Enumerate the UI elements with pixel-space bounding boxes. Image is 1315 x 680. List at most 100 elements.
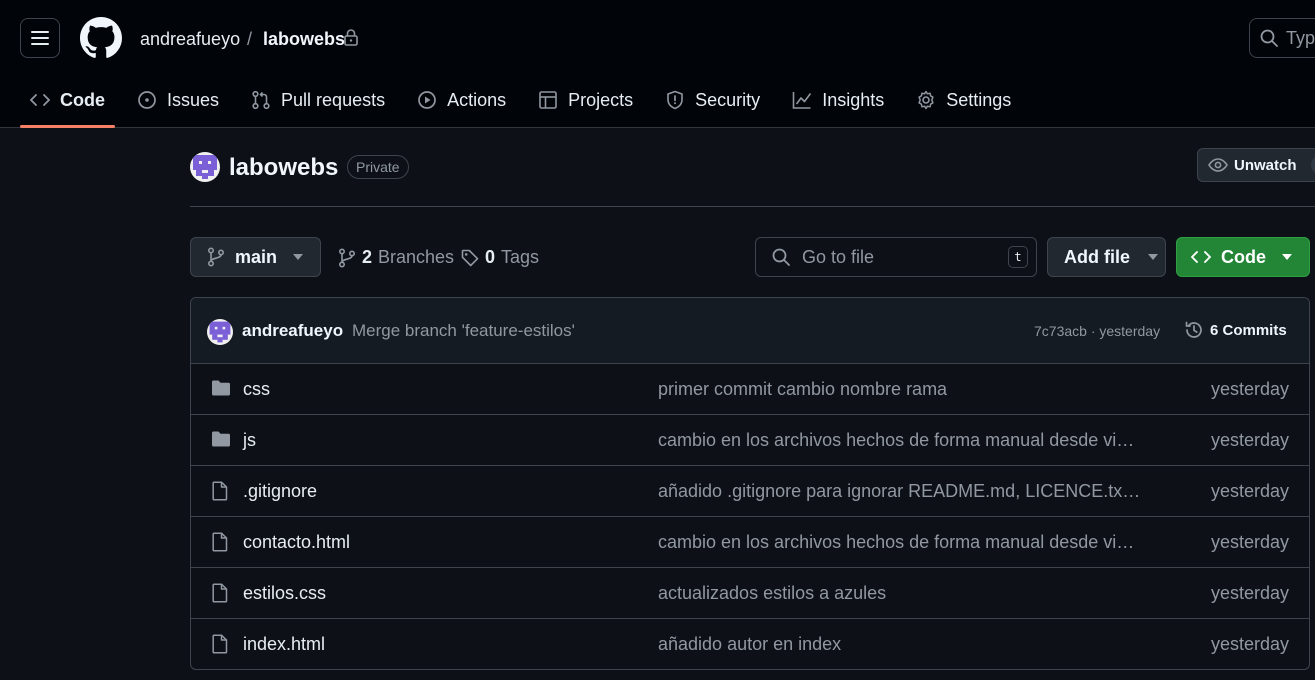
breadcrumb-separator: / <box>247 29 253 49</box>
file-icon <box>212 583 228 603</box>
file-name[interactable]: .gitignore <box>243 481 317 502</box>
add-file-label: Add file <box>1064 246 1130 267</box>
graph-icon <box>792 92 812 109</box>
repo-owner-avatar[interactable] <box>190 152 220 182</box>
tab-label: Issues <box>167 89 220 110</box>
tab-label: Code <box>60 89 105 110</box>
menu-button[interactable] <box>20 18 60 58</box>
file-commit-time: yesterday <box>1210 481 1289 501</box>
avatar[interactable] <box>207 319 233 345</box>
file-commit-time: yesterday <box>1210 379 1289 399</box>
file-commit-message[interactable]: cambio en los archivos hechos de forma m… <box>658 430 1142 451</box>
file-commit-message[interactable]: cambio en los archivos hechos de forma m… <box>658 532 1142 553</box>
caret-down-icon <box>1282 254 1292 260</box>
breadcrumb-repo[interactable]: labowebs <box>263 28 345 50</box>
tags-label: Tags <box>501 247 540 267</box>
tab-settings[interactable]: Settings <box>906 78 1021 122</box>
search-icon <box>1260 29 1278 47</box>
commits-history-link[interactable]: 6 Commits <box>1184 320 1287 340</box>
branches-label: Branches <box>378 247 455 267</box>
file-name[interactable]: index.html <box>243 634 325 655</box>
tab-label: Settings <box>946 89 1012 110</box>
branches-link[interactable]: 2 Branches <box>338 247 454 268</box>
file-name[interactable]: js <box>243 430 256 451</box>
eye-icon <box>1208 158 1228 172</box>
file-commit-message[interactable]: actualizados estilos a azules <box>658 583 1142 604</box>
commits-count-label: 6 Commits <box>1210 321 1287 339</box>
go-to-file-placeholder: Go to file <box>802 246 875 267</box>
tags-count: 0 <box>485 247 496 267</box>
history-icon <box>1185 321 1202 338</box>
table-row[interactable]: estilos.css actualizados estilos a azule… <box>191 568 1309 619</box>
hamburger-icon <box>31 31 49 45</box>
tab-insights[interactable]: Insights <box>782 78 894 122</box>
code-button-label: Code <box>1221 246 1266 267</box>
watch-count-badge <box>1310 155 1315 175</box>
file-icon <box>212 481 228 501</box>
git-branch-icon <box>207 247 225 267</box>
global-search-input[interactable]: Typ <box>1249 18 1315 58</box>
latest-commit-row: andreafueyo Merge branch 'feature-estilo… <box>191 298 1309 364</box>
file-icon <box>212 532 228 552</box>
repo-title[interactable]: labowebs <box>229 153 338 183</box>
keyboard-shortcut-hint: t <box>1008 246 1028 268</box>
table-row[interactable]: .gitignore añadido .gitignore para ignor… <box>191 466 1309 517</box>
table-icon <box>539 91 557 109</box>
lock-icon <box>344 29 358 46</box>
unwatch-label: Unwatch <box>1234 156 1297 174</box>
table-row[interactable]: index.html añadido autor en index yester… <box>191 619 1309 669</box>
tab-code[interactable]: Code <box>20 78 115 128</box>
tags-link[interactable]: 0 Tags <box>461 247 539 268</box>
tab-projects[interactable]: Projects <box>528 78 643 122</box>
tab-security[interactable]: Security <box>655 78 770 122</box>
branches-count: 2 <box>362 247 373 267</box>
file-icon <box>212 634 228 654</box>
caret-down-icon <box>1148 254 1158 260</box>
file-commit-message[interactable]: añadido autor en index <box>658 634 1142 655</box>
breadcrumb-owner[interactable]: andreafueyo <box>140 28 240 50</box>
tab-label: Pull requests <box>281 89 386 110</box>
go-to-file-input[interactable]: Go to file t <box>755 237 1037 277</box>
file-name[interactable]: contacto.html <box>243 532 350 553</box>
title-divider <box>190 206 1315 207</box>
commit-message[interactable]: Merge branch 'feature-estilos' <box>352 321 575 341</box>
file-commit-time: yesterday <box>1210 634 1289 654</box>
table-row[interactable]: contacto.html cambio en los archivos hec… <box>191 517 1309 568</box>
code-icon <box>30 94 50 106</box>
add-file-button[interactable]: Add file <box>1047 237 1166 277</box>
table-row[interactable]: css primer commit cambio nombre rama yes… <box>191 364 1309 415</box>
github-logo-icon[interactable] <box>80 17 122 59</box>
repo-tabs: Code Issues Pull requests Actions Projec… <box>20 78 1033 128</box>
tab-actions[interactable]: Actions <box>407 78 516 122</box>
tab-label: Insights <box>822 89 885 110</box>
gear-icon <box>918 90 934 110</box>
folder-icon <box>212 431 230 447</box>
unwatch-button[interactable]: Unwatch <box>1197 148 1315 182</box>
commit-hash-time[interactable]: 7c73acb · yesterday <box>1034 323 1160 339</box>
global-header: andreafueyo / labowebs Typ Code Issues P… <box>0 0 1315 128</box>
code-dropdown-button[interactable]: Code <box>1176 237 1310 277</box>
folder-icon <box>212 380 230 396</box>
git-pull-request-icon <box>252 90 270 110</box>
file-commit-time: yesterday <box>1210 532 1289 552</box>
table-row[interactable]: js cambio en los archivos hechos de form… <box>191 415 1309 466</box>
commit-author[interactable]: andreafueyo <box>242 321 343 341</box>
branch-select-button[interactable]: main <box>190 237 321 277</box>
tab-pull-requests[interactable]: Pull requests <box>241 78 395 122</box>
file-name[interactable]: estilos.css <box>243 583 326 604</box>
branch-name: main <box>235 246 278 267</box>
visibility-badge: Private <box>347 155 409 179</box>
file-commit-message[interactable]: primer commit cambio nombre rama <box>658 379 1142 400</box>
file-commit-message[interactable]: añadido .gitignore para ignorar README.m… <box>658 481 1142 502</box>
code-icon <box>1191 251 1211 263</box>
git-branch-icon <box>338 247 356 268</box>
file-table: andreafueyo Merge branch 'feature-estilo… <box>190 297 1310 670</box>
caret-down-icon <box>293 254 304 260</box>
play-icon <box>418 91 436 109</box>
tab-issues[interactable]: Issues <box>127 78 229 122</box>
file-commit-time: yesterday <box>1210 583 1289 603</box>
file-name[interactable]: css <box>243 379 270 400</box>
shield-icon <box>667 90 683 110</box>
tab-label: Security <box>695 89 761 110</box>
search-icon <box>772 248 790 266</box>
